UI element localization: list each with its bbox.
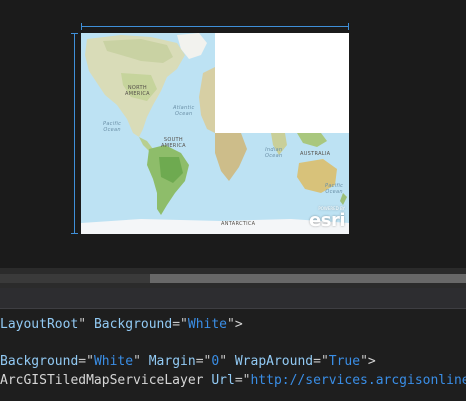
label-indian-ocean: Indian Ocean xyxy=(265,147,283,159)
esri-brand: esri xyxy=(309,210,345,231)
xaml-code-editor[interactable]: LayoutRoot" Background="White"> Backgrou… xyxy=(0,309,466,401)
label-australia: AUSTRALIA xyxy=(300,151,331,157)
code-background-value: White xyxy=(187,317,228,332)
code-line-map: Background="White" Margin="0" WrapAround… xyxy=(0,354,376,369)
code-layer-tag: ArcGISTiledMapServiceLayer xyxy=(0,373,204,388)
height-guide xyxy=(71,33,78,234)
horizontal-scrollbar[interactable] xyxy=(0,268,466,288)
label-atlantic-ocean: Atlantic Ocean xyxy=(173,105,195,117)
code-line-layer: ArcGISTiledMapServiceLayer Url="http://s… xyxy=(0,372,466,390)
code-map-background-value: White xyxy=(93,354,134,369)
code-wraparound-attr: WrapAround xyxy=(234,354,314,369)
scrollbar-thumb[interactable] xyxy=(150,274,466,283)
code-wraparound-value: True xyxy=(328,354,361,369)
code-margin-attr: Margin xyxy=(148,354,196,369)
esri-logo: POWERED BY esri xyxy=(309,206,345,230)
label-north-america: NORTH AMERICA xyxy=(125,85,150,97)
code-map-background-attr: Background xyxy=(0,354,79,369)
code-layoutroot-name: LayoutRoot xyxy=(0,317,79,332)
label-pacific-ocean: Pacific Ocean xyxy=(103,121,122,133)
label-south-america: SOUTH AMERICA xyxy=(161,137,186,149)
code-url-attr: Url xyxy=(211,373,235,388)
label-pacific-ocean-east: Pacific Ocean xyxy=(325,183,344,195)
code-map-close-bracket: > xyxy=(367,354,376,369)
designer-xaml-splitter[interactable] xyxy=(0,288,466,309)
code-background-attr: Background xyxy=(93,317,173,332)
label-antarctica: ANTARCTICA xyxy=(221,221,256,227)
map-control[interactable]: NORTH AMERICA Atlantic Ocean Pacific Oce… xyxy=(81,33,349,234)
code-line-layoutroot: LayoutRoot" Background="White"> xyxy=(0,317,243,332)
code-close-bracket: > xyxy=(234,317,243,332)
unloaded-map-tile xyxy=(215,33,349,133)
width-guide xyxy=(81,23,349,30)
designer-surface: NORTH AMERICA Atlantic Ocean Pacific Oce… xyxy=(0,0,466,268)
code-url-value: http://services.arcgisonline.com/ArcGIS/… xyxy=(250,373,466,388)
code-margin-value: 0 xyxy=(211,354,220,369)
